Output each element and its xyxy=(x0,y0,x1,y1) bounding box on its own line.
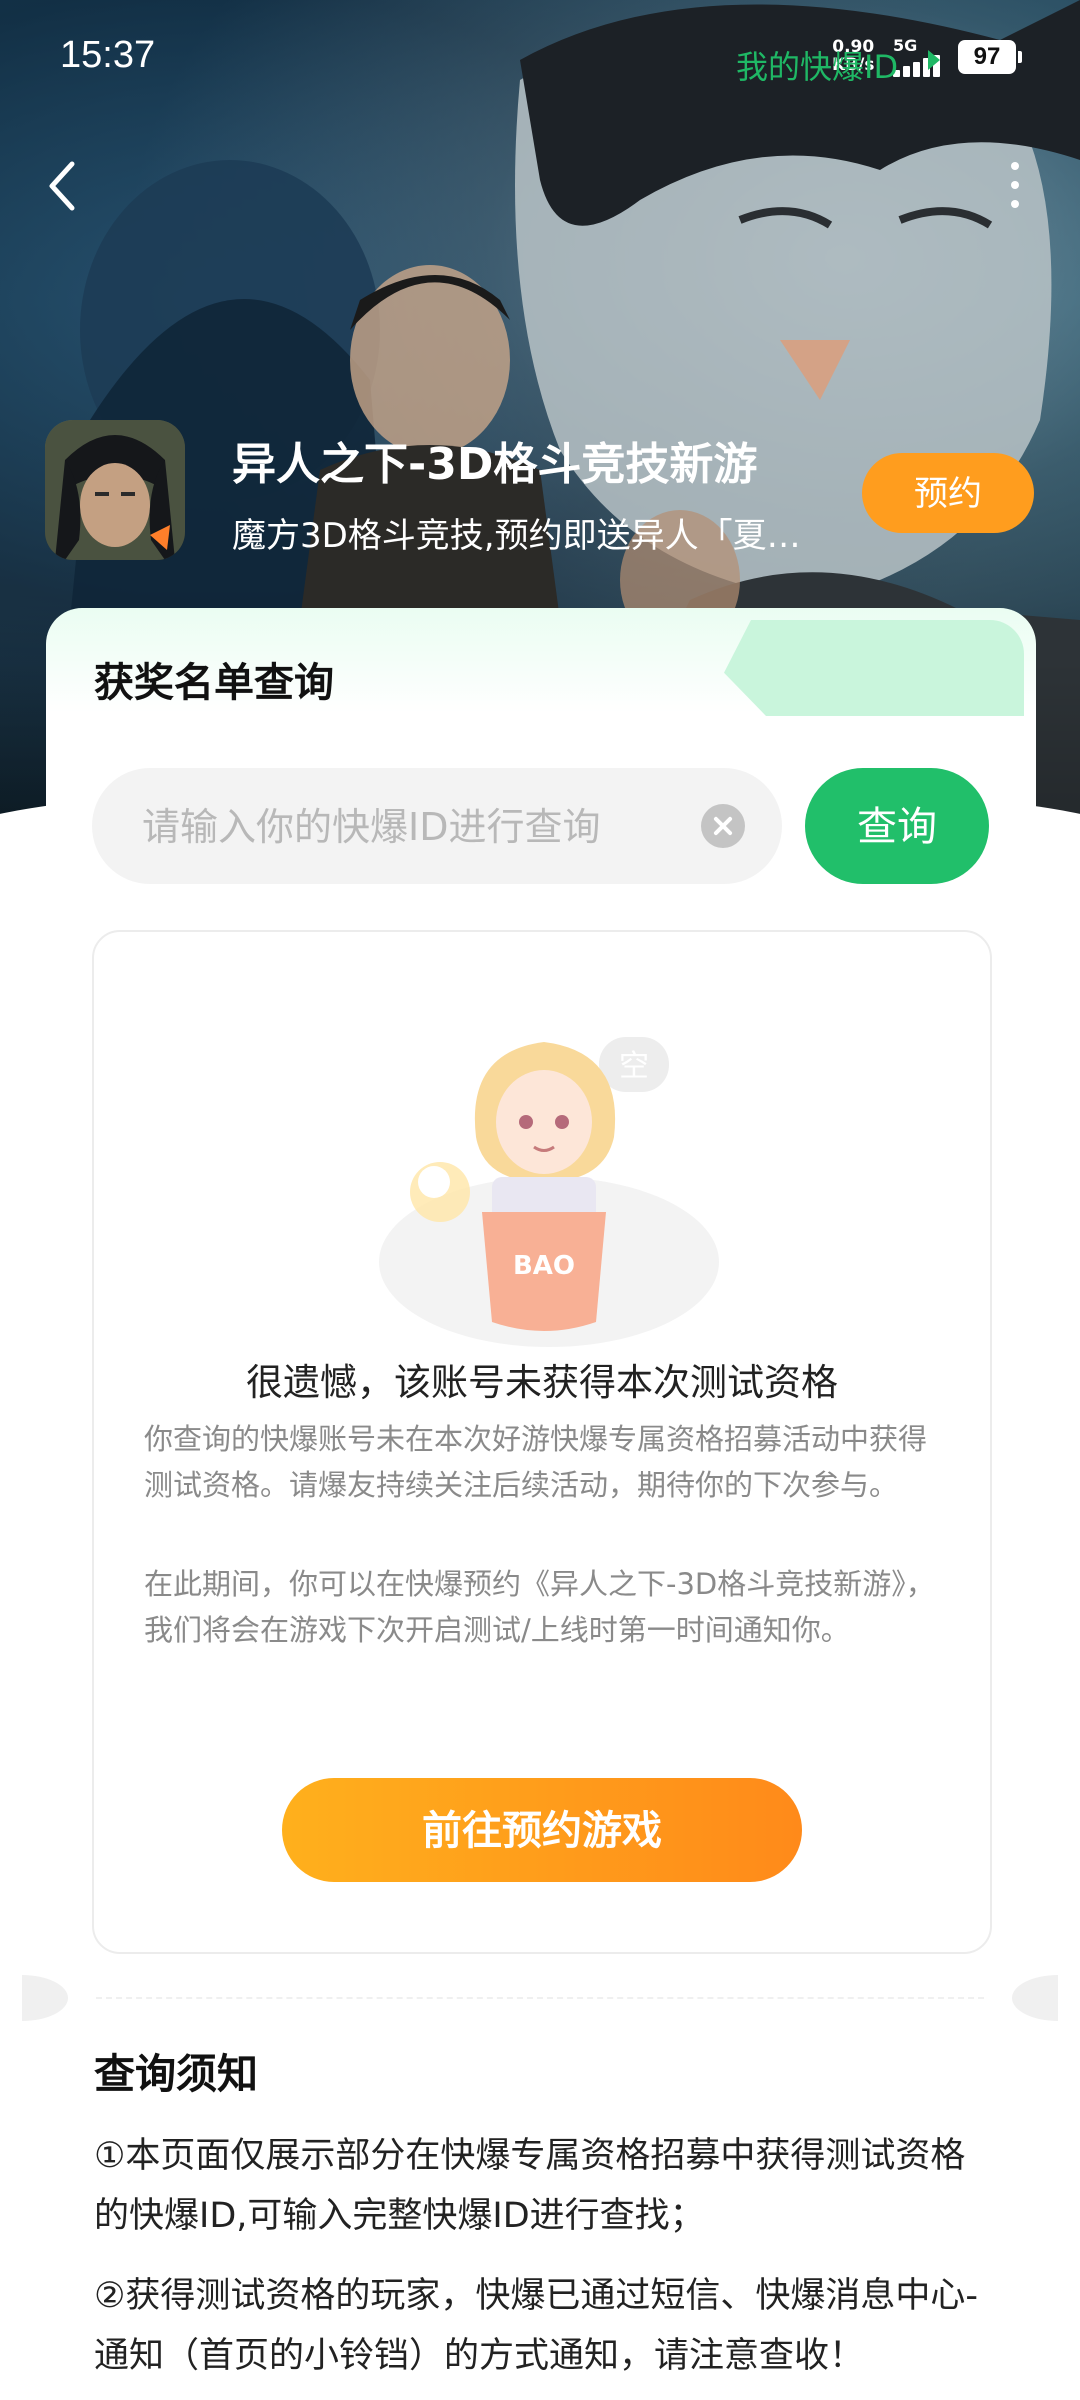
game-icon-art xyxy=(45,420,185,560)
more-options-button[interactable] xyxy=(995,150,1035,220)
empty-state-illustration: 空 BAO xyxy=(379,1037,719,1347)
notice-item: ②获得测试资格的玩家，快爆已通过短信、快爆消息中心-通知（首页的小铃铛）的方式通… xyxy=(94,2276,979,2376)
battery-icon: 97 xyxy=(958,40,1022,74)
illustration-box-text: BAO xyxy=(513,1251,575,1281)
game-title: 异人之下-3D格斗竞技新游 xyxy=(232,439,758,490)
game-icon[interactable] xyxy=(45,420,185,560)
more-dot-icon xyxy=(1011,200,1019,208)
game-subtitle: 魔方3D格斗竞技,预约即送异人「夏… xyxy=(232,516,801,556)
status-time: 15:37 xyxy=(60,34,156,76)
battery-level: 97 xyxy=(973,43,1001,70)
goto-reserve-button[interactable]: 前往预约游戏 xyxy=(282,1778,802,1882)
search-input[interactable] xyxy=(140,768,684,886)
result-title: 很遗憾，该账号未获得本次测试资格 xyxy=(246,1361,838,1404)
my-id-tab[interactable] xyxy=(724,620,1024,716)
search-field[interactable] xyxy=(92,768,782,886)
result-description-2: 在此期间，你可以在快爆预约《异人之下-3D格斗竞技新游》，我们将会在游戏下次开启… xyxy=(144,1567,935,1647)
query-button[interactable]: 查询 xyxy=(805,768,989,884)
chevron-left-icon xyxy=(49,161,75,211)
result-box: 空 BAO 很遗憾，该账号未获得本次测试资格 你查询的快爆账号未在本次好游快爆专… xyxy=(92,930,992,1954)
ticket-notch-left xyxy=(22,1975,68,2021)
dashed-divider xyxy=(96,1997,984,1999)
back-button[interactable] xyxy=(40,150,90,220)
result-description: 你查询的快爆账号未在本次好游快爆专属资格招募活动中获得测试资格。请爆友持续关注后… xyxy=(144,1422,928,1502)
more-dot-icon xyxy=(1011,162,1019,170)
ticket-notch-right xyxy=(1012,1975,1058,2021)
status-bar: 15:37 0.90 KB/s 5G 97 xyxy=(0,0,1080,110)
more-dot-icon xyxy=(1011,181,1019,189)
illustration-badge-text: 空 xyxy=(619,1049,649,1084)
reserve-button[interactable]: 预约 xyxy=(862,453,1034,533)
notice-title: 查询须知 xyxy=(94,2050,258,2098)
notice-item: ①本页面仅展示部分在快爆专属资格招募中获得测试资格的快爆ID,可输入完整快爆ID… xyxy=(94,2136,966,2236)
my-id-link[interactable]: 我的快爆ID xyxy=(736,42,898,88)
triangle-right-icon xyxy=(928,50,940,70)
query-title: 获奖名单查询 xyxy=(94,660,334,706)
clear-icon[interactable] xyxy=(701,804,745,848)
